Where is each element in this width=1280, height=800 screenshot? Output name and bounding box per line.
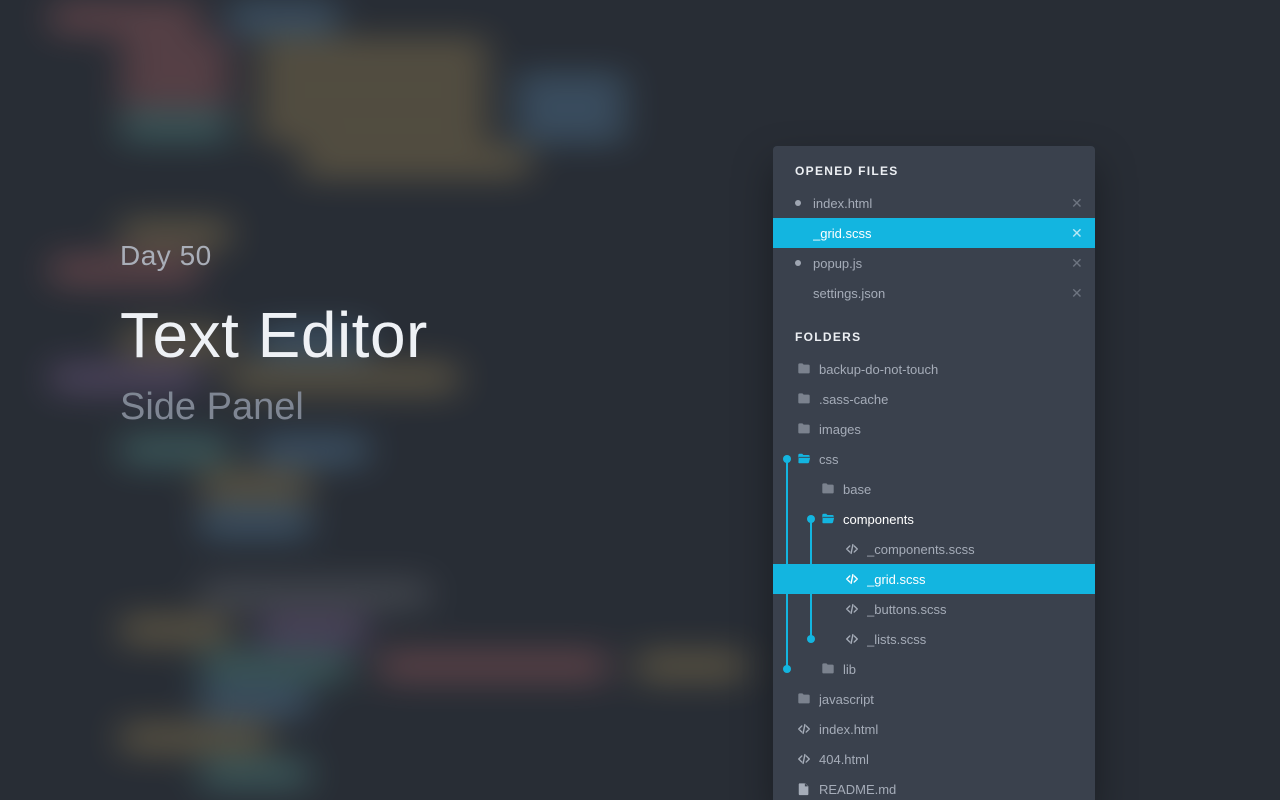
- tree-row-label: components: [843, 512, 1095, 527]
- tree-row-label: _components.scss: [867, 542, 1095, 557]
- tree-row-label: backup-do-not-touch: [819, 362, 1095, 377]
- folder-icon: [797, 392, 811, 406]
- tree-connector: [810, 519, 812, 639]
- opened-file-row[interactable]: _grid.scss✕: [773, 218, 1095, 248]
- tree-row[interactable]: _lists.scss: [773, 624, 1095, 654]
- code-icon: [845, 572, 859, 586]
- tree-row[interactable]: .sass-cache: [773, 384, 1095, 414]
- tree-row-label: images: [819, 422, 1095, 437]
- tree-row-label: index.html: [819, 722, 1095, 737]
- folder-open-icon: [797, 452, 811, 466]
- folders-header: FOLDERS: [773, 308, 1095, 354]
- close-icon[interactable]: ✕: [1071, 285, 1095, 302]
- hero-kicker: Day 50: [120, 240, 428, 272]
- opened-file-row[interactable]: index.html✕: [773, 188, 1095, 218]
- dirty-indicator-icon: [795, 200, 801, 206]
- close-icon[interactable]: ✕: [1071, 195, 1095, 212]
- tree-row[interactable]: _components.scss: [773, 534, 1095, 564]
- tree-row[interactable]: _buttons.scss: [773, 594, 1095, 624]
- tree-row-label: base: [843, 482, 1095, 497]
- tree-row[interactable]: base: [773, 474, 1095, 504]
- tree-row[interactable]: components: [773, 504, 1095, 534]
- tree-row[interactable]: images: [773, 414, 1095, 444]
- opened-file-row[interactable]: settings.json✕: [773, 278, 1095, 308]
- code-icon: [797, 752, 811, 766]
- tree-row-label: .sass-cache: [819, 392, 1095, 407]
- folder-icon: [821, 482, 835, 496]
- tree-row[interactable]: README.md: [773, 774, 1095, 800]
- tree-row-label: javascript: [819, 692, 1095, 707]
- close-icon[interactable]: ✕: [1071, 225, 1095, 242]
- opened-file-row[interactable]: popup.js✕: [773, 248, 1095, 278]
- folder-icon: [797, 362, 811, 376]
- tree-row[interactable]: lib: [773, 654, 1095, 684]
- side-panel: OPENED FILES index.html✕_grid.scss✕popup…: [773, 146, 1095, 800]
- tree-row[interactable]: index.html: [773, 714, 1095, 744]
- tree-row[interactable]: css: [773, 444, 1095, 474]
- folder-icon: [797, 422, 811, 436]
- tree-row-label: 404.html: [819, 752, 1095, 767]
- tree-row[interactable]: 404.html: [773, 744, 1095, 774]
- hero: Day 50 Text Editor Side Panel: [120, 240, 428, 429]
- file-icon: [797, 782, 811, 796]
- opened-file-name: popup.js: [813, 256, 1071, 271]
- opened-file-name: index.html: [813, 196, 1071, 211]
- folder-icon: [797, 692, 811, 706]
- code-icon: [845, 632, 859, 646]
- tree-row-label: lib: [843, 662, 1095, 677]
- tree-row[interactable]: backup-do-not-touch: [773, 354, 1095, 384]
- opened-file-name: settings.json: [813, 286, 1071, 301]
- close-icon[interactable]: ✕: [1071, 255, 1095, 272]
- code-icon: [797, 722, 811, 736]
- tree-row[interactable]: javascript: [773, 684, 1095, 714]
- dirty-indicator-icon: [795, 260, 801, 266]
- folder-open-icon: [821, 512, 835, 526]
- folder-tree: backup-do-not-touch .sass-cache images css b…: [773, 354, 1095, 800]
- hero-title: Text Editor: [120, 298, 428, 372]
- tree-row-label: _buttons.scss: [867, 602, 1095, 617]
- hero-subtitle: Side Panel: [120, 386, 428, 429]
- tree-connector: [786, 459, 788, 669]
- tree-row-label: _lists.scss: [867, 632, 1095, 647]
- opened-files-list: index.html✕_grid.scss✕popup.js✕settings.…: [773, 188, 1095, 308]
- opened-file-name: _grid.scss: [813, 226, 1071, 241]
- tree-row-label: README.md: [819, 782, 1095, 797]
- opened-files-header: OPENED FILES: [773, 146, 1095, 188]
- folder-icon: [821, 662, 835, 676]
- tree-row-label: css: [819, 452, 1095, 467]
- code-icon: [845, 602, 859, 616]
- code-icon: [845, 542, 859, 556]
- tree-row[interactable]: _grid.scss: [773, 564, 1095, 594]
- tree-row-label: _grid.scss: [867, 572, 1095, 587]
